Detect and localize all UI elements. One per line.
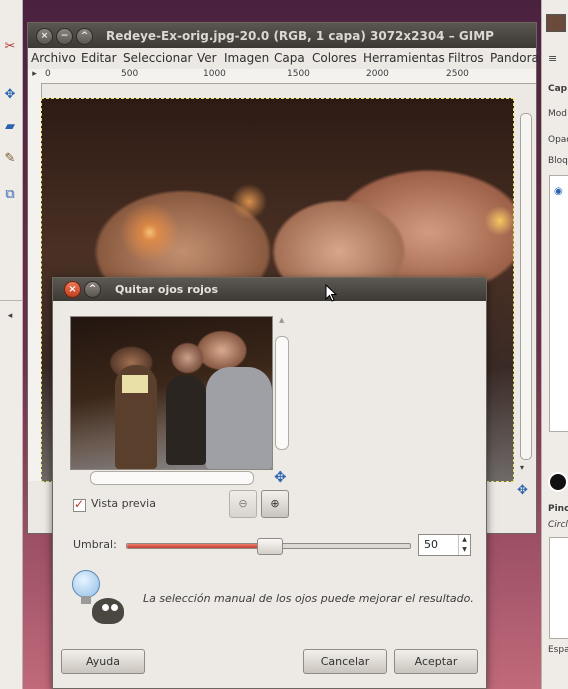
transform-tool-icon[interactable]: ▰ — [2, 118, 18, 134]
cancel-button[interactable]: Cancelar — [303, 649, 387, 674]
eye-icon[interactable]: ◉ — [554, 186, 563, 197]
menu-archivo[interactable]: Archivo — [31, 51, 76, 65]
scissors-icon[interactable]: ✂ — [2, 38, 18, 54]
spin-arrows-icon[interactable]: ▲ ▼ — [458, 535, 470, 555]
threshold-spinbutton[interactable]: 50 ▲ ▼ — [418, 534, 471, 556]
brush-preview-icon[interactable] — [548, 472, 568, 492]
red-eye-dialog: × ^ Quitar ojos rojos ▲ ✥ Vista previa ⊖… — [52, 277, 487, 689]
preview-vscroll[interactable]: ▲ — [275, 316, 289, 468]
collapse-icon[interactable]: ◂ — [2, 308, 18, 324]
layers-list[interactable]: ◉ — [549, 175, 568, 432]
zoom-out-button[interactable]: ⊖ — [229, 490, 257, 518]
scroll-up-icon[interactable]: ▲ — [279, 316, 284, 324]
preview-hscroll-thumb[interactable] — [90, 471, 254, 485]
menu-colores[interactable]: Colores — [312, 51, 357, 65]
ok-button[interactable]: Aceptar — [394, 649, 478, 674]
menu-capa[interactable]: Capa — [274, 51, 305, 65]
vertical-ruler — [28, 83, 42, 481]
preview-vscroll-thumb[interactable] — [275, 336, 289, 450]
layers-dock: ≡ Cap Mod Opac Bloq ◉ Pinc Circl Espa — [541, 0, 568, 689]
dock-label-pinceles: Pinc — [548, 504, 568, 514]
dock-label-opacidad: Opac — [548, 135, 568, 145]
image-thumbnail[interactable] — [546, 14, 566, 32]
brushes-grid[interactable] — [549, 537, 568, 639]
zoom-in-icon: ⊕ — [270, 497, 280, 510]
zoom-out-icon: ⊖ — [238, 497, 248, 510]
brush-icon[interactable]: ✎ — [2, 150, 18, 166]
preview-checkbox[interactable] — [73, 497, 86, 512]
help-button[interactable]: Ayuda — [61, 649, 145, 674]
gimp-wilber-icon — [70, 568, 128, 630]
image-window-titlebar[interactable]: × − ^ Redeye-Ex-orig.jpg-20.0 (RGB, 1 ca… — [28, 23, 536, 48]
yellow-shirt — [122, 375, 148, 393]
move-tool-icon[interactable]: ✥ — [2, 86, 18, 102]
person-figure — [206, 367, 272, 469]
menubar: Archivo Editar Seleccionar Ver Imagen Ca… — [28, 48, 539, 68]
image-window-title: Redeye-Ex-orig.jpg-20.0 (RGB, 1 capa) 30… — [106, 29, 494, 43]
ruler-tick: 1000 — [203, 69, 226, 79]
ruler-tick: 1500 — [287, 69, 310, 79]
preview-image[interactable] — [70, 316, 273, 470]
zoom-in-button[interactable]: ⊕ — [261, 490, 289, 518]
navigate-icon[interactable]: ✥ — [517, 483, 528, 498]
threshold-slider[interactable] — [126, 538, 411, 555]
menu-editar[interactable]: Editar — [81, 51, 117, 65]
toolbox-separator — [0, 300, 22, 301]
dock-label-capas: Cap — [548, 84, 568, 94]
dock-label-modo: Mod — [548, 109, 567, 119]
horizontal-ruler: 0 500 1000 1500 2000 2500 — [41, 69, 536, 84]
menu-seleccionar[interactable]: Seleccionar — [123, 51, 192, 65]
menu-pandora[interactable]: Pandora — [490, 51, 539, 65]
preview-hscroll[interactable] — [70, 471, 271, 485]
menu-herramientas[interactable]: Herramientas — [363, 51, 445, 65]
dialog-title: Quitar ojos rojos — [115, 283, 219, 296]
scroll-down-icon[interactable]: ▾ — [520, 463, 524, 472]
preview-label: Vista previa — [91, 497, 156, 510]
menu-ver[interactable]: Ver — [197, 51, 217, 65]
dock-label-espaciado: Espa — [548, 645, 568, 655]
clone-tool-icon[interactable]: ⧉ — [2, 186, 18, 202]
menu-imagen[interactable]: Imagen — [224, 51, 269, 65]
dock-label-bloquear: Bloq — [548, 156, 568, 166]
ruler-tick: 2500 — [446, 69, 469, 79]
menu-filtros[interactable]: Filtros — [448, 51, 484, 65]
hint-text: La selección manual de los ojos puede me… — [143, 592, 474, 605]
maximize-window-button[interactable]: ^ — [76, 28, 93, 45]
threshold-slider-fill — [127, 544, 269, 548]
person-figure — [166, 375, 206, 465]
close-window-button[interactable]: × — [36, 28, 53, 45]
dialog-maximize-button[interactable]: ^ — [84, 281, 101, 298]
vertical-scrollbar[interactable] — [520, 113, 532, 460]
toolbox-panel: ✂ ✥ ▰ ✎ ⧉ ◂ — [0, 0, 23, 689]
mouse-pointer-icon — [325, 284, 337, 302]
dialog-close-button[interactable]: × — [64, 281, 81, 298]
threshold-value[interactable]: 50 — [424, 538, 438, 551]
threshold-slider-handle[interactable] — [256, 538, 283, 555]
layers-menu-icon[interactable]: ≡ — [548, 52, 557, 65]
ruler-tick: 2000 — [366, 69, 389, 79]
dock-label-circle: Circl — [548, 520, 568, 530]
ruler-tick: 0 — [45, 69, 51, 79]
ruler-origin-button[interactable]: ▸ — [28, 69, 41, 83]
minimize-window-button[interactable]: − — [56, 28, 73, 45]
navigate-icon[interactable]: ✥ — [274, 468, 287, 486]
dialog-titlebar[interactable]: × ^ Quitar ojos rojos — [53, 278, 486, 301]
threshold-label: Umbral: — [73, 538, 117, 551]
ruler-tick: 500 — [121, 69, 139, 79]
